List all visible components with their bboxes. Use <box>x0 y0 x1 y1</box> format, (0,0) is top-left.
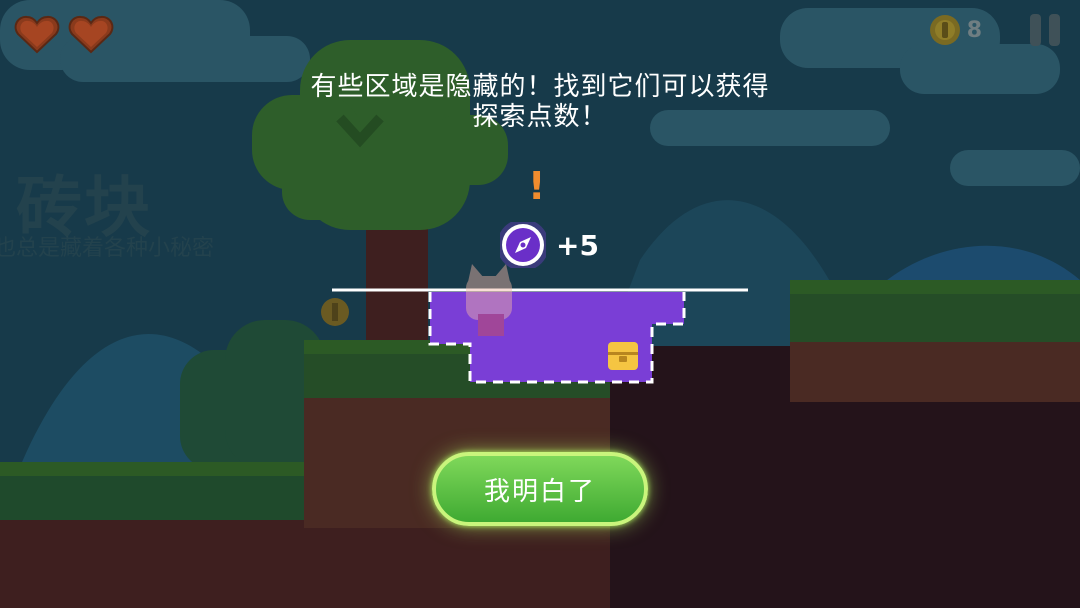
ground-grass-low <box>0 462 305 476</box>
game-screen: 砖块 也总是藏着各种小秘密 8 有些区域是隐藏的！找到它们可以获得 探索点数！ … <box>0 0 1080 608</box>
got-it-button[interactable]: 我明白了 <box>432 452 648 526</box>
ground-grass-right-body <box>790 294 1080 344</box>
coin-count: 8 <box>966 17 982 43</box>
heart-icon <box>14 15 60 54</box>
pause-icon <box>1030 14 1041 46</box>
exploration-points-reward: +5 <box>500 222 599 268</box>
pause-button[interactable] <box>1028 14 1062 48</box>
exclamation-icon: ! <box>528 164 546 208</box>
tutorial-line-1: 有些区域是隐藏的！找到它们可以获得 <box>310 72 770 102</box>
ground-grass-right <box>790 280 1080 294</box>
ground-dirt-right <box>790 342 1080 402</box>
tutorial-message: 有些区域是隐藏的！找到它们可以获得 探索点数！ <box>240 72 840 132</box>
coin-icon <box>929 15 960 45</box>
tutorial-line-2: 探索点数！ <box>472 102 608 132</box>
ground-grass-low-body <box>0 476 305 522</box>
compass-icon <box>500 222 546 268</box>
background-sign-subtitle: 也总是藏着各种小秘密 <box>0 236 215 261</box>
heart-icon <box>68 15 114 54</box>
coin-counter: 8 <box>929 14 982 46</box>
dark-wall-right <box>730 400 1080 608</box>
lives-display <box>14 14 114 54</box>
treasure-chest-icon <box>608 342 638 370</box>
reward-value: +5 <box>556 228 599 262</box>
